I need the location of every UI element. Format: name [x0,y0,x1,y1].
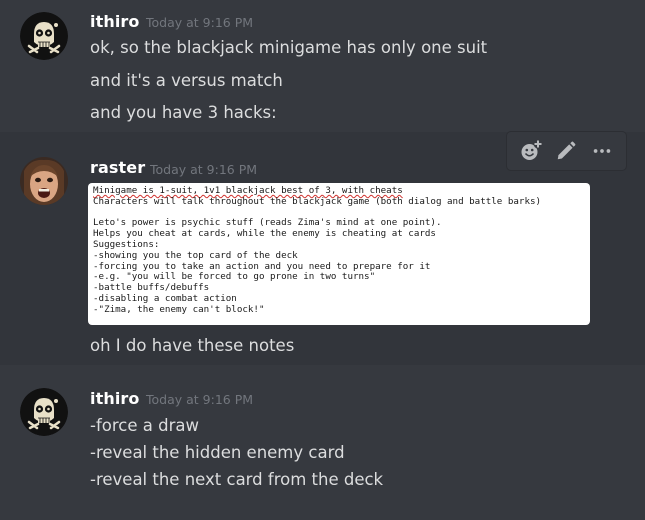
message-text: and you have 3 hacks: [90,103,277,122]
message-timestamp: Today at 9:16 PM [146,15,254,30]
message-text: ok, so the blackjack minigame has only o… [90,38,488,57]
add-reaction-button[interactable] [516,136,546,166]
avatar-raster[interactable] [20,157,68,205]
avatar-ithiro[interactable] [20,388,68,436]
note-line: -showing you the top card of the deck [93,249,298,261]
message-text: oh I do have these notes [90,336,295,355]
note-line: -battle buffs/debuffs [93,282,210,294]
message-text: -force a draw [90,416,199,435]
avatar-ithiro[interactable] [20,12,68,60]
note-line: Minigame is 1-suit, 1v1 blackjack best o… [93,185,403,196]
edit-message-button[interactable] [551,136,581,166]
image-attachment-notes[interactable]: Minigame is 1-suit, 1v1 blackjack best o… [88,183,590,325]
more-options-icon [593,149,611,153]
message-actions-toolbar [506,131,627,171]
add-reaction-icon [521,139,543,160]
note-line: -forcing you to take an action and you n… [93,260,431,272]
note-line: -e.g. "you will be forced to go prone in… [93,271,376,283]
edit-pencil-icon [558,141,576,160]
face-photo-avatar-icon [20,157,68,205]
note-line: Leto's power is psychic stuff (reads Zim… [93,217,442,229]
skull-avatar-icon [20,388,68,436]
message-timestamp: Today at 9:16 PM [150,162,258,177]
more-options-button[interactable] [587,136,617,166]
username-raster[interactable]: raster [90,158,145,177]
note-line: -"Zima, the enemy can't block!" [93,303,265,315]
note-line: Characters will talk throughout the blac… [93,195,542,207]
skull-avatar-icon [20,12,68,60]
username-ithiro[interactable]: ithiro [90,12,140,31]
note-line: Helps you cheat at cards, while the enem… [93,228,436,240]
username-ithiro[interactable]: ithiro [90,389,140,408]
message-text: -reveal the next card from the deck [90,470,384,489]
message-timestamp: Today at 9:16 PM [146,392,254,407]
message-text: and it's a versus match [90,71,283,90]
note-line: -disabling a combat action [93,292,237,304]
note-line: Suggestions: [93,238,160,250]
message-text: -reveal the hidden enemy card [90,443,345,462]
